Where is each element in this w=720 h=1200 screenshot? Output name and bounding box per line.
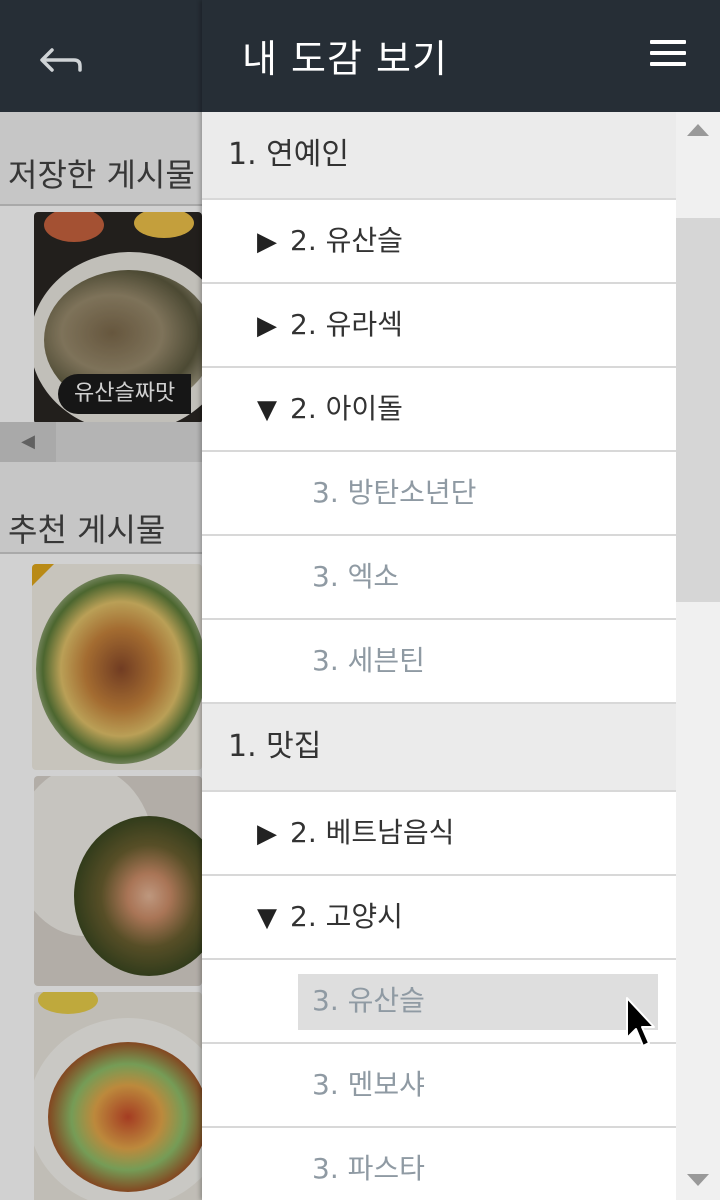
tree-item-level-2[interactable]: ▶ 2. 유라섹 bbox=[202, 284, 676, 368]
tree-item-level-1[interactable]: 1. 연예인 bbox=[202, 112, 676, 200]
scrollbar-thumb[interactable] bbox=[676, 218, 720, 602]
tree-item-label: 3. 세븐틴 bbox=[312, 644, 425, 677]
tree-item-level-3[interactable]: 3. 파스타 bbox=[202, 1128, 676, 1200]
drawer-title: 내 도감 보기 bbox=[242, 37, 448, 81]
expanded-triangle-icon[interactable]: ▼ bbox=[254, 877, 280, 959]
tree-item-label: 2. 베트남음식 bbox=[290, 816, 455, 849]
tree-item-level-3[interactable]: 3. 멘보샤 bbox=[202, 1044, 676, 1128]
drawer-header: 내 도감 보기 bbox=[202, 0, 720, 112]
tree-item-level-3[interactable]: 3. 세븐틴 bbox=[202, 620, 676, 704]
tree-item-label: 2. 고양시 bbox=[290, 900, 403, 933]
tree-item-label: 3. 방탄소년단 bbox=[312, 476, 477, 509]
menu-button[interactable] bbox=[650, 40, 690, 70]
tree-item-level-3[interactable]: 3. 엑소 bbox=[202, 536, 676, 620]
tree-item-label: 1. 연예인 bbox=[228, 137, 349, 172]
tree-item-label: 3. 엑소 bbox=[312, 560, 400, 593]
tree-item-level-2[interactable]: ▶ 2. 유산슬 bbox=[202, 200, 676, 284]
vertical-scrollbar[interactable] bbox=[676, 112, 720, 1200]
collapsed-triangle-icon[interactable]: ▶ bbox=[254, 793, 280, 875]
tree-item-label: 1. 맛집 bbox=[228, 729, 322, 764]
tree-item-level-3[interactable]: 3. 방탄소년단 bbox=[202, 452, 676, 536]
tree-item-label: 3. 유산슬 bbox=[312, 984, 425, 1017]
tree-item-label: 3. 멘보샤 bbox=[312, 1068, 425, 1101]
scroll-down-arrow-icon[interactable] bbox=[687, 1174, 709, 1186]
back-arrow-icon bbox=[40, 48, 82, 72]
tree-item-label: 2. 유라섹 bbox=[290, 308, 403, 341]
collapsed-triangle-icon[interactable]: ▶ bbox=[254, 285, 280, 367]
navigation-drawer: 내 도감 보기 1. 연예인 ▶ 2. 유산슬 ▶ 2. 유라섹 ▼ 2. 아이돌 3. 방탄… bbox=[202, 0, 720, 1200]
tree-item-label: 3. 파스타 bbox=[312, 1152, 425, 1185]
category-tree: 1. 연예인 ▶ 2. 유산슬 ▶ 2. 유라섹 ▼ 2. 아이돌 3. 방탄소년단 3. 엑소… bbox=[202, 112, 676, 1200]
tree-item-level-2[interactable]: ▶ 2. 베트남음식 bbox=[202, 792, 676, 876]
tree-item-label: 2. 유산슬 bbox=[290, 224, 403, 257]
tree-item-level-2[interactable]: ▼ 2. 고양시 bbox=[202, 876, 676, 960]
tree-item-level-1[interactable]: 1. 맛집 bbox=[202, 704, 676, 792]
dim-overlay[interactable] bbox=[0, 112, 202, 1200]
collapsed-triangle-icon[interactable]: ▶ bbox=[254, 201, 280, 283]
scroll-up-arrow-icon[interactable] bbox=[687, 124, 709, 136]
back-button[interactable] bbox=[30, 30, 86, 82]
tree-item-level-3[interactable]: 3. 유산슬 bbox=[202, 960, 676, 1044]
expanded-triangle-icon[interactable]: ▼ bbox=[254, 369, 280, 451]
tree-item-label: 2. 아이돌 bbox=[290, 392, 403, 425]
tree-item-level-2[interactable]: ▼ 2. 아이돌 bbox=[202, 368, 676, 452]
